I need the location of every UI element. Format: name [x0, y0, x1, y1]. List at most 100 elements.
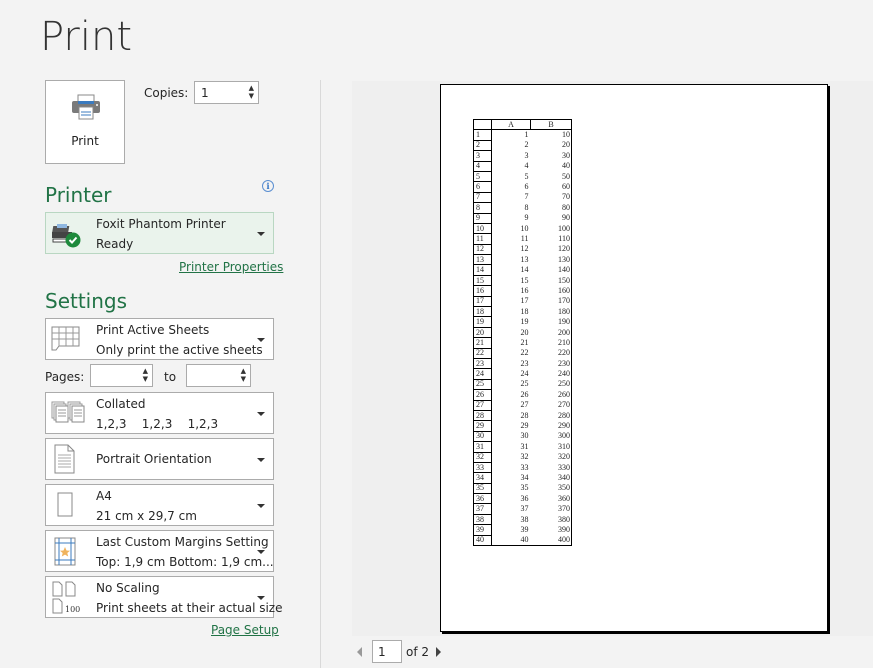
margins-dropdown[interactable]: Last Custom Margins Setting Top: 1,9 cm …	[45, 530, 274, 572]
preview-row: 31 31 310	[473, 441, 572, 453]
row-number-cell: 27	[473, 399, 492, 411]
preview-row: 40 40 400	[473, 534, 572, 547]
printer-status: Ready	[96, 237, 134, 251]
column-a-cell: 1	[524, 130, 529, 140]
column-b-cell: 270	[530, 400, 572, 411]
column-b-cell: 220	[530, 348, 572, 359]
print-button[interactable]: Print	[45, 80, 125, 164]
copies-value: 1	[201, 86, 209, 100]
preview-row: 11 11 110	[473, 233, 572, 245]
copies-input[interactable]: 1 ▲ ▼	[194, 81, 259, 104]
column-b-cell: 250	[530, 379, 572, 390]
preview-row: 19 19 190	[473, 316, 572, 328]
column-a-cell: 22	[520, 348, 529, 358]
preview-row: 5 5 50	[473, 170, 572, 183]
column-b-cell: 100	[530, 223, 572, 234]
page-title: Print	[40, 14, 133, 60]
column-a-cell: 23	[520, 358, 529, 368]
column-a-cell: 10	[520, 223, 529, 233]
printer-properties-link[interactable]: Printer Properties	[179, 260, 283, 274]
next-page-arrow-icon[interactable]	[436, 647, 441, 657]
preview-row: 6 6 60	[473, 181, 572, 193]
pages-from-input[interactable]: ▲ ▼	[90, 364, 153, 387]
pages-to-spinner[interactable]: ▲ ▼	[241, 367, 246, 383]
row-number-cell: 36	[473, 493, 492, 505]
column-a-cell: 30	[520, 431, 529, 441]
preview-row: 16 16 160	[473, 285, 572, 297]
column-a-cell: 33	[520, 462, 529, 472]
column-a-cell: 35	[520, 483, 529, 493]
scaling-dropdown[interactable]: 100 No Scaling Print sheets at their act…	[45, 576, 283, 618]
column-header-a: A	[491, 118, 531, 131]
margins-subtitle: Top: 1,9 cm Bottom: 1,9 cm...	[96, 555, 274, 569]
collation-title: Collated	[96, 397, 146, 411]
chevron-down-icon	[257, 338, 265, 342]
no-scaling-icon: 100	[52, 581, 80, 614]
column-a-cell: 3	[524, 150, 529, 160]
printer-dropdown[interactable]: Foxit Phantom Printer Ready	[45, 212, 274, 254]
preview-row: 28 28 280	[473, 409, 572, 422]
column-a-cell: 17	[520, 296, 529, 306]
printer-icon	[72, 94, 100, 120]
scaling-subtitle: Print sheets at their actual size	[96, 601, 283, 615]
pages-to-input[interactable]: ▲ ▼	[186, 364, 251, 387]
preview-row: 4 4 40	[473, 160, 572, 172]
copies-spinner-arrows[interactable]: ▲ ▼	[249, 84, 254, 100]
previous-page-arrow-icon[interactable]	[357, 647, 362, 657]
scaling-title: No Scaling	[96, 581, 160, 595]
column-b-cell: 10	[530, 129, 572, 141]
page-number-input[interactable]: 1	[372, 640, 402, 663]
column-a-cell: 20	[520, 327, 529, 337]
row-number-cell: 10	[473, 222, 492, 235]
row-number-cell: 2	[473, 139, 492, 152]
preview-row: 37 37 370	[473, 503, 572, 515]
column-b-cell: 360	[530, 493, 572, 504]
preview-row: 12 12 120	[473, 243, 572, 256]
collation-dropdown[interactable]: Collated 1,2,3 1,2,3 1,2,3	[45, 392, 274, 434]
column-b-cell: 60	[530, 181, 572, 193]
column-a-cell: 5	[524, 171, 529, 181]
column-a-cell: 25	[520, 379, 529, 389]
orientation-dropdown[interactable]: Portrait Orientation	[45, 438, 274, 480]
preview-row: 1 1 10	[473, 129, 572, 141]
sheet-grid-icon	[51, 326, 80, 351]
chevron-down-icon	[257, 458, 265, 462]
column-b-cell: 260	[530, 389, 572, 401]
print-what-dropdown[interactable]: Print Active Sheets Only print the activ…	[45, 318, 274, 360]
column-a-cell: 36	[520, 493, 529, 503]
row-number-cell: 14	[473, 264, 492, 276]
page-setup-link[interactable]: Page Setup	[211, 623, 279, 637]
row-number-cell: 28	[473, 409, 492, 422]
paper-size-icon	[57, 492, 73, 517]
column-b-cell: 160	[530, 285, 572, 297]
column-a-cell: 15	[520, 275, 529, 285]
row-number-cell: 33	[473, 461, 492, 474]
info-icon[interactable]: i	[262, 180, 274, 192]
column-a-cell: 29	[520, 421, 529, 431]
column-b-cell: 300	[530, 431, 572, 442]
row-number-cell: 24	[473, 368, 492, 380]
chevron-down-icon	[257, 412, 265, 416]
column-b-cell: 370	[530, 503, 572, 515]
column-b-cell: 170	[530, 296, 572, 307]
column-a-cell: 9	[524, 213, 529, 223]
column-b-cell: 290	[530, 420, 572, 432]
preview-row: 18 18 180	[473, 306, 572, 318]
preview-row: 20 20 200	[473, 326, 572, 339]
row-number-cell: 30	[473, 430, 492, 443]
print-what-title: Print Active Sheets	[96, 323, 210, 337]
preview-page: A B 1 1 10 2 2 20 3 3 30 4 4 40 5 5 50 6 6 60 7 7 70 8 8 80 9 9 90…	[440, 84, 828, 632]
print-button-label: Print	[71, 134, 99, 148]
pages-from-spinner[interactable]: ▲ ▼	[143, 367, 148, 383]
preview-row: 27 27 270	[473, 399, 572, 411]
chevron-down-icon	[257, 232, 265, 236]
collation-subtitle: 1,2,3 1,2,3 1,2,3	[96, 417, 219, 431]
paper-size-dropdown[interactable]: A4 21 cm x 29,7 cm	[45, 484, 274, 526]
column-a-cell: 11	[520, 233, 529, 243]
column-a-cell: 19	[520, 317, 529, 327]
row-number-cell: 17	[473, 295, 492, 308]
chevron-down-icon	[257, 550, 265, 554]
preview-row: 9 9 90	[473, 212, 572, 224]
column-b-cell: 320	[530, 452, 572, 463]
row-number-cell: 15	[473, 274, 492, 287]
